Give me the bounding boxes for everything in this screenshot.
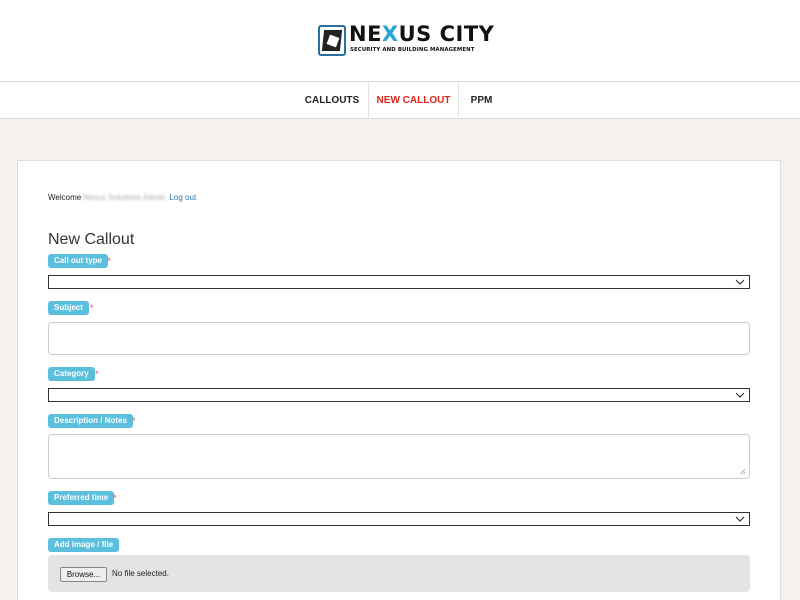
chevron-down-icon (735, 392, 745, 398)
required-marker: * (90, 303, 94, 313)
required-marker: * (107, 256, 111, 266)
content-card (17, 160, 781, 600)
preferred-time-label: Preferred time (48, 491, 115, 505)
required-marker: * (132, 416, 136, 426)
chevron-down-icon (735, 279, 745, 285)
nav-item-ppm[interactable]: PPM (459, 82, 504, 119)
logo-subtitle: SECURITY AND BUILDING MANAGEMENT (350, 47, 475, 53)
chevron-down-icon (735, 516, 745, 522)
description-textarea[interactable] (48, 434, 750, 479)
preferred-time-select[interactable] (48, 512, 750, 526)
attachment-label: Add image / file (48, 538, 120, 552)
username: Nexus Solutions Admin (83, 193, 166, 202)
logo-title: NEXUS CITY (349, 22, 495, 46)
required-marker: * (95, 369, 99, 379)
page-title: New Callout (48, 231, 135, 248)
welcome-bar: Welcome Nexus Solutions Admin Log out (48, 193, 196, 202)
nav-item-callouts[interactable]: CALLOUTS (297, 82, 367, 119)
resize-handle-icon[interactable] (739, 468, 746, 475)
welcome-text: Welcome (48, 193, 82, 202)
callout-type-select[interactable] (48, 275, 750, 289)
required-marker: * (113, 493, 117, 503)
description-label: Description / Notes (48, 414, 133, 428)
site-header: NEXUS CITY SECURITY AND BUILDING MANAGEM… (0, 0, 800, 82)
category-select[interactable] (48, 388, 750, 402)
subject-input[interactable] (48, 322, 750, 355)
browse-button[interactable]: Browse... (60, 567, 107, 582)
logout-link[interactable]: Log out (169, 193, 196, 202)
file-status-text: No file selected. (112, 569, 169, 578)
nav-item-new-callout[interactable]: NEW CALLOUT (369, 82, 458, 119)
main-nav: CALLOUTS NEW CALLOUT PPM (0, 82, 800, 119)
logo-icon (318, 25, 346, 56)
callout-type-label: Call out type (48, 254, 109, 268)
category-label: Category (48, 367, 95, 381)
file-upload-area[interactable]: Browse... No file selected. (48, 555, 750, 592)
subject-label: Subject (48, 301, 89, 315)
